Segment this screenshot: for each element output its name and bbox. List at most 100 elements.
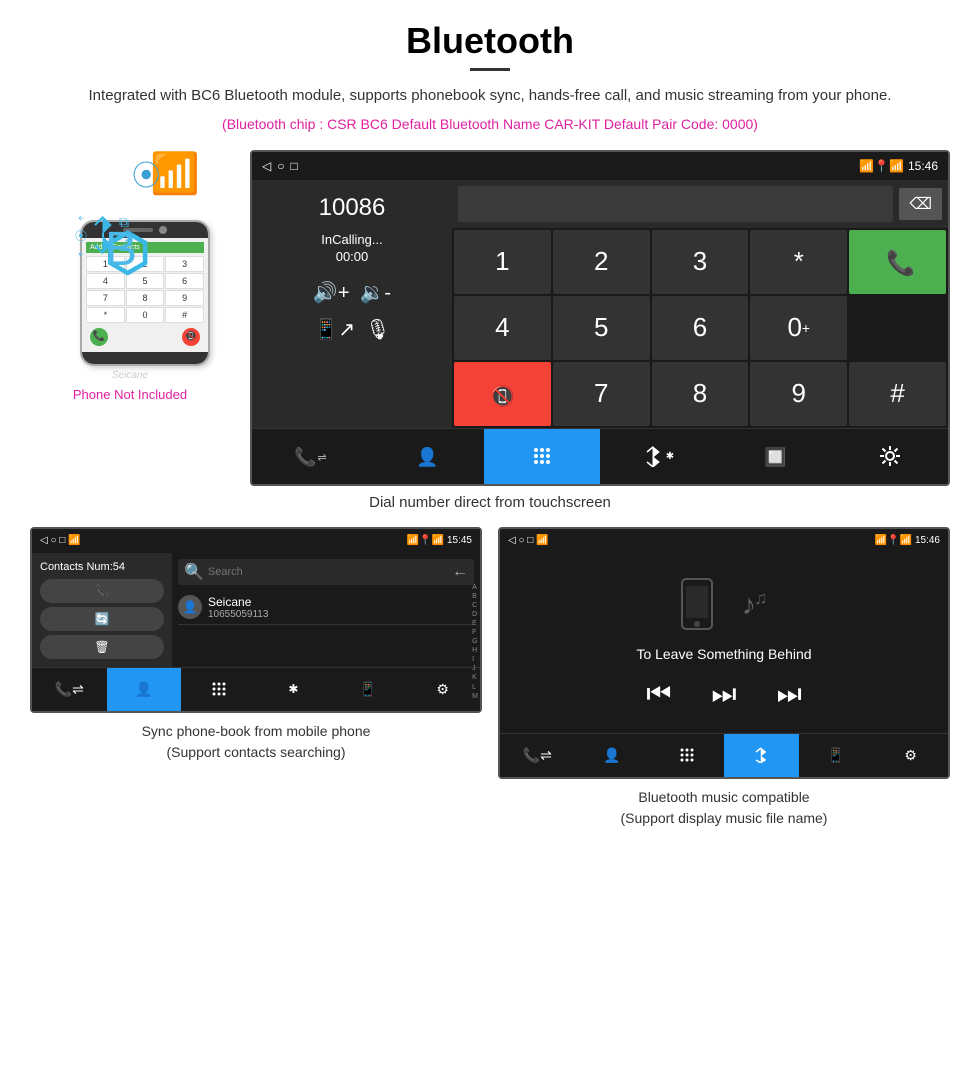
car-key-star[interactable]: * — [750, 230, 847, 294]
transfer-icon[interactable]: 📱↗ — [313, 317, 355, 342]
contacts-nav-contacts[interactable]: 👤 — [107, 668, 182, 711]
car-key-4[interactable]: 4 — [454, 296, 551, 360]
phone-key-6[interactable]: 6 — [165, 273, 204, 289]
music-nav-transfer[interactable]: 📱 — [799, 734, 874, 777]
page-container: Bluetooth Integrated with BC6 Bluetooth … — [0, 0, 980, 859]
car-dial-area: ⌫ 1 2 3 * 📞 4 5 6 — [452, 180, 948, 428]
music-bottom-nav: 📞⇌ 👤 — [500, 733, 948, 777]
music-nav-contacts[interactable]: 👤 — [575, 734, 650, 777]
music-nav-phone[interactable]: 📞⇌ — [500, 734, 575, 777]
delete-contact-button[interactable]: 🗑 — [40, 635, 164, 659]
end-call-icon: 📵 — [487, 379, 517, 409]
phone-action-row: 📞 📵 — [86, 326, 204, 348]
car-key-9[interactable]: 9 — [750, 362, 847, 426]
music-nav-bluetooth[interactable] — [724, 734, 799, 777]
car-nav-phone[interactable]: 📞 ⇌ — [252, 429, 368, 484]
microphone-icon[interactable]: 🎙 — [365, 317, 390, 342]
contacts-caption: Sync phone-book from mobile phone (Suppo… — [142, 721, 371, 763]
car-key-6[interactable]: 6 — [652, 296, 749, 360]
car-key-hash[interactable]: # — [849, 362, 946, 426]
phone-key-9[interactable]: 9 — [165, 290, 204, 306]
phone-key-7[interactable]: 7 — [86, 290, 125, 306]
contacts-nav-transfer[interactable]: 📱 — [331, 668, 406, 711]
search-icon: 🔍 — [184, 562, 204, 582]
svg-text:♫: ♫ — [754, 588, 768, 608]
specs-line: (Bluetooth chip : CSR BC6 Default Blueto… — [30, 116, 950, 132]
car-key-7[interactable]: 7 — [553, 362, 650, 426]
music-status-right: 📶📍📶 15:46 — [875, 535, 940, 546]
sync-contact-button[interactable]: 🔄 — [40, 607, 164, 631]
backspace-icon[interactable]: ← — [452, 563, 468, 581]
phone-key-0[interactable]: 0 — [126, 307, 165, 323]
phone-call-button[interactable]: 📞 — [90, 328, 108, 346]
volume-down-icon[interactable]: 🔉- — [360, 280, 392, 305]
contacts-bottom-nav: 📞⇌ 👤 — [32, 667, 480, 711]
car-key-0plus[interactable]: 0+ — [750, 296, 847, 360]
contacts-nav-dialpad-icon — [211, 681, 227, 697]
svg-text:📞: 📞 — [886, 247, 913, 277]
contacts-nav-settings[interactable]: ⚙ — [405, 668, 480, 711]
contacts-nav-dialpad[interactable] — [181, 668, 256, 711]
phone-bottom-bar — [82, 352, 208, 364]
car-bottom-nav: 📞 ⇌ 👤 — [252, 428, 948, 484]
music-nav-dialpad[interactable] — [649, 734, 724, 777]
contacts-left-panel: Contacts Num:54 📞 🔄 🗑 — [32, 553, 172, 667]
car-nav-dialpad[interactable] — [484, 429, 600, 484]
music-caption: Bluetooth music compatible (Support disp… — [621, 787, 828, 829]
title-divider — [470, 68, 510, 71]
contact-list-item[interactable]: 👤 Seicane 10655059113 — [178, 591, 474, 625]
contacts-caption-line1: Sync phone-book from mobile phone — [142, 723, 371, 739]
contacts-nav-phone[interactable]: 📞⇌ — [32, 668, 107, 711]
phone-key-3[interactable]: 3 — [165, 256, 204, 272]
car-call-button[interactable]: 📞 — [849, 230, 946, 294]
music-prev-button[interactable]: ⏮ — [646, 678, 671, 711]
car-nav-settings[interactable] — [832, 429, 948, 484]
car-keypad: 1 2 3 * 📞 4 5 6 0+ — [452, 228, 948, 428]
phone-key-hash[interactable]: # — [165, 307, 204, 323]
bluetooth-signal-icon: 📶 ⦿ — [150, 150, 200, 197]
music-nav-settings[interactable]: ⚙ — [873, 734, 948, 777]
phone-key-8[interactable]: 8 — [126, 290, 165, 306]
svg-text:👤: 👤 — [416, 446, 437, 467]
car-key-5[interactable]: 5 — [553, 296, 650, 360]
music-nav-dialpad-icon — [679, 747, 695, 763]
svg-text:🔲: 🔲 — [764, 446, 785, 467]
contacts-caption-line2: (Support contacts searching) — [167, 744, 346, 760]
car-key-1[interactable]: 1 — [454, 230, 551, 294]
music-caption-line2: (Support display music file name) — [621, 810, 828, 826]
contact-info: Seicane 10655059113 — [208, 595, 268, 620]
contacts-search-input[interactable] — [208, 566, 452, 578]
nav-transfer-icon: 🔲 — [763, 445, 785, 467]
main-caption: Dial number direct from touchscreen — [30, 494, 950, 511]
music-next-button[interactable]: ⏭ — [777, 678, 802, 711]
bt-with-waves: ￩ ⦿ ￩ ⧉ ⧊ — [75, 210, 135, 261]
car-key-3[interactable]: 3 — [652, 230, 749, 294]
music-play-next-button[interactable]: ⏭ — [711, 678, 736, 711]
car-timer: 00:00 — [262, 249, 442, 264]
music-phone-icon — [672, 574, 732, 634]
car-nav-transfer[interactable]: 🔲 — [716, 429, 832, 484]
music-track-name: To Leave Something Behind — [636, 646, 811, 662]
music-note-icon: ♪ ♫ — [740, 586, 776, 622]
contacts-nav-bluetooth[interactable]: ✱ — [256, 668, 331, 711]
car-backspace-button[interactable]: ⌫ — [899, 188, 942, 220]
phone-end-button[interactable]: 📵 — [182, 328, 200, 346]
car-key-8[interactable]: 8 — [652, 362, 749, 426]
status-left: ◁ ○ □ — [262, 159, 298, 173]
car-volume-row: 🔊+ 🔉- — [262, 280, 442, 305]
status-right: 📶📍📶 15:46 — [859, 159, 938, 173]
phone-key-star[interactable]: * — [86, 307, 125, 323]
car-end-button[interactable]: 📵 — [454, 362, 551, 426]
contact-number: 10655059113 — [208, 609, 268, 620]
contacts-main: Contacts Num:54 📞 🔄 🗑 🔍 — [32, 553, 480, 667]
contacts-search-row: 🔍 ← — [178, 559, 474, 585]
volume-up-icon[interactable]: 🔊+ — [313, 280, 350, 305]
car-input-field[interactable] — [458, 186, 893, 222]
car-nav-bluetooth[interactable]: ✱ — [600, 429, 716, 484]
call-icon: 📞 — [883, 247, 913, 277]
call-contact-button[interactable]: 📞 — [40, 579, 164, 603]
car-key-2[interactable]: 2 — [553, 230, 650, 294]
car-nav-contacts[interactable]: 👤 — [368, 429, 484, 484]
music-time: 15:46 — [915, 535, 940, 546]
car-mic-row: 📱↗ 🎙 — [262, 317, 442, 342]
